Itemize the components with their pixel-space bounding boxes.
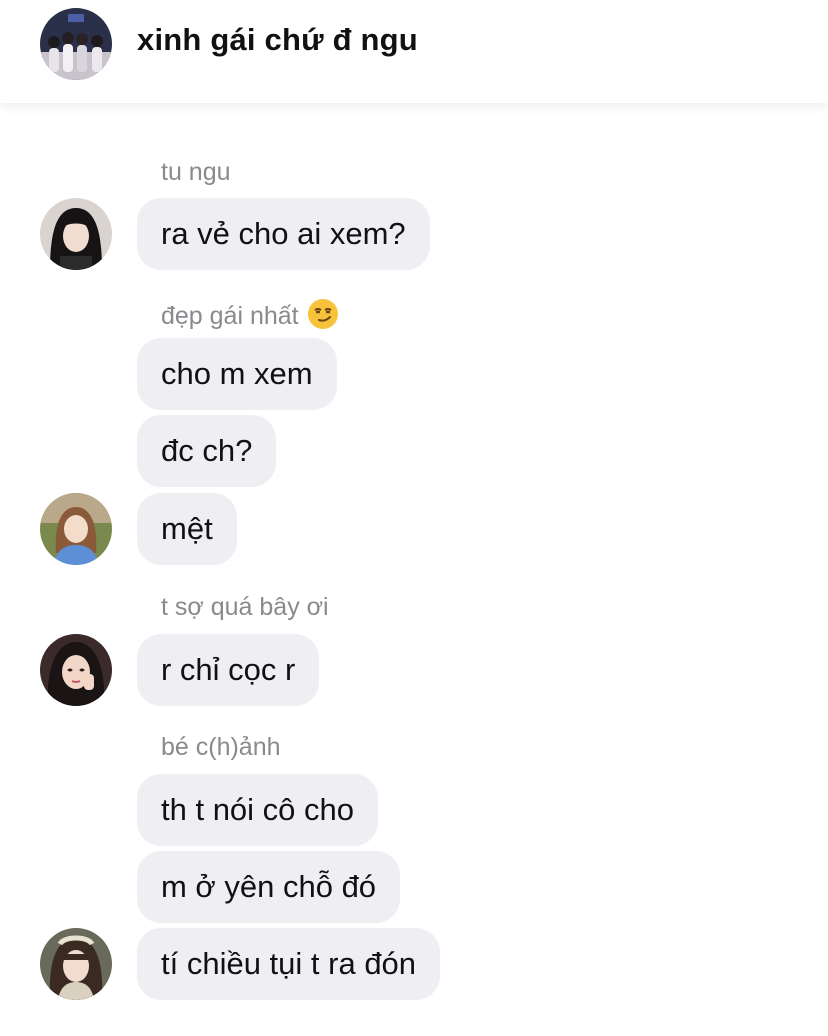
- message-bubble[interactable]: mệt: [137, 493, 237, 565]
- chat-title[interactable]: xinh gái chứ đ ngu: [137, 22, 418, 58]
- user-avatar-icon[interactable]: [40, 634, 112, 706]
- message-bubble[interactable]: th t nói cô cho: [137, 774, 379, 846]
- sender-name-text: đẹp gái nhất: [161, 302, 299, 330]
- user-avatar-icon[interactable]: [40, 493, 112, 565]
- message-bubble[interactable]: ra vẻ cho ai xem?: [137, 198, 430, 270]
- chat-header: xinh gái chứ đ ngu: [0, 0, 828, 103]
- sender-name: bé c(h)ảnh: [161, 733, 281, 761]
- sender-name: tu ngu: [161, 158, 231, 186]
- message-bubble[interactable]: r chỉ cọc r: [137, 634, 320, 706]
- message-bubble[interactable]: m ở yên chỗ đó: [137, 851, 401, 923]
- user-avatar-icon[interactable]: [40, 198, 112, 270]
- sender-name: đẹp gái nhất: [161, 298, 339, 337]
- sender-name: t sợ quá bây ơi: [161, 593, 329, 621]
- message-list: tu ngu ra vẻ cho ai xem? đẹp gái nhất ch…: [0, 103, 828, 1036]
- smirk-emoji-icon: [307, 298, 339, 337]
- message-bubble[interactable]: cho m xem: [137, 338, 337, 410]
- user-avatar-icon[interactable]: [40, 928, 112, 1000]
- message-bubble[interactable]: tí chiều tụi t ra đón: [137, 928, 441, 1000]
- message-bubble[interactable]: đc ch?: [137, 415, 277, 487]
- group-avatar-icon[interactable]: [40, 8, 112, 80]
